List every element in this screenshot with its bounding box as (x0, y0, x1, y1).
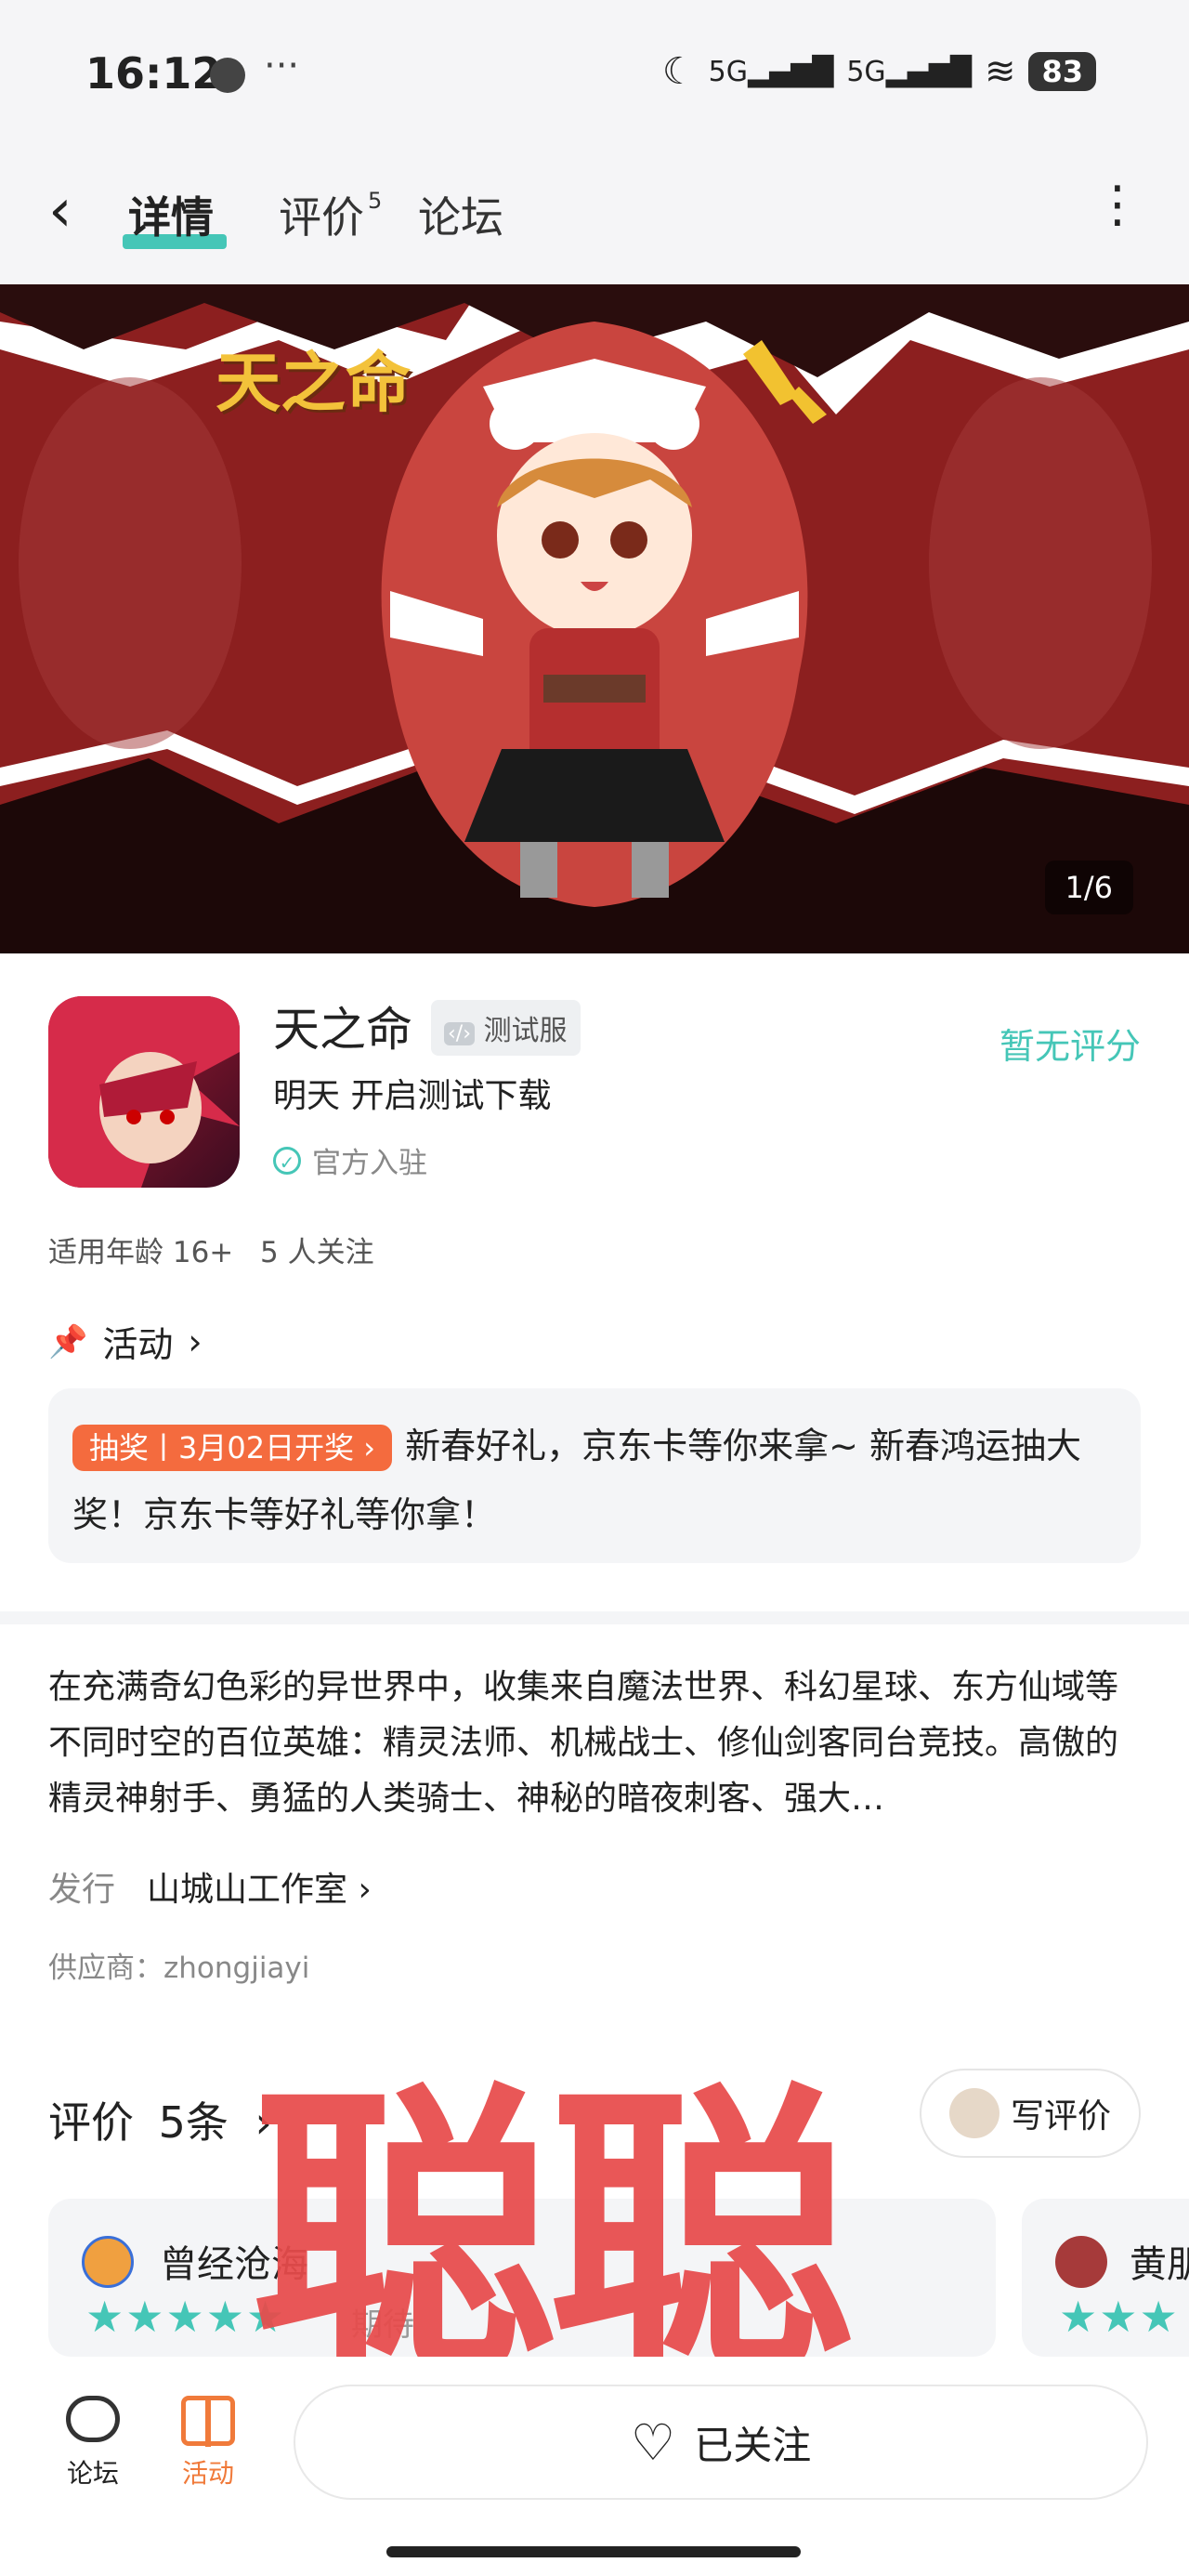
signal-icon-2: 5G▂▄▆█ (846, 55, 972, 88)
forum-icon (66, 2396, 120, 2442)
signal-icon: 5G▂▄▆█ (708, 55, 834, 88)
network-label: 5G (708, 55, 749, 88)
banner-carousel[interactable]: 天之命 1/6 (0, 284, 1189, 953)
reviews-header[interactable]: 评价 5条 › (48, 2089, 272, 2150)
bottom-activity-label: 活动 (181, 2458, 234, 2489)
pin-icon: 📌 (48, 1322, 88, 1360)
publisher-link[interactable]: 山城山工作室 › (147, 1862, 372, 1911)
app-title: 天之命 (273, 1003, 412, 1057)
tab-reviews-badge: 5 (368, 188, 383, 214)
banner-counter: 1/6 (1044, 861, 1133, 914)
status-icons: ☾ 5G▂▄▆█ 5G▂▄▆█ ≋ 83 (662, 50, 1096, 93)
bottom-activity[interactable]: 活动 (171, 2396, 245, 2491)
back-icon[interactable]: ‹ (48, 177, 72, 245)
lottery-tag-label: 抽奖丨3月02日开奖 (89, 1430, 355, 1465)
bottom-forum-label: 论坛 (66, 2458, 119, 2489)
beta-badge-label: 测试服 (483, 1015, 568, 1047)
activity-header-label: 活动 (102, 1324, 174, 1365)
gift-icon (181, 2396, 235, 2447)
wifi-icon: ≋ (984, 50, 1016, 93)
app-subtitle: 明天 开启测试下载 (273, 1077, 552, 1115)
chevron-right-icon: › (188, 1321, 203, 1362)
avatar (948, 2088, 1000, 2138)
supplier-info: 供应商：zhongjiayi (48, 1952, 310, 1985)
follow-button-label: 已关注 (694, 2422, 812, 2468)
reviews-title: 评价 (48, 2097, 134, 2148)
bottom-bar: 论坛 活动 ♡ 已关注 (0, 2357, 1189, 2576)
heart-check-icon: ♡ (630, 2412, 676, 2472)
activity-header[interactable]: 📌 活动 › (48, 1316, 203, 1367)
bottom-forum[interactable]: 论坛 (56, 2396, 130, 2491)
section-divider (0, 1611, 1189, 1624)
official-text: 官方入驻 (312, 1147, 427, 1180)
battery-indicator: 83 (1028, 52, 1096, 91)
write-review-label: 写评价 (1010, 2097, 1111, 2136)
age-rating: 适用年龄 16+ (48, 1236, 234, 1269)
activity-text-block[interactable]: 抽奖丨3月02日开奖 › 新春好礼，京东卡等你来拿~ 新春鸿运抽大奖！京东卡等好礼… (72, 1413, 1122, 1548)
home-indicator[interactable] (386, 2546, 801, 2557)
more-menu-icon[interactable]: ⋮ (1092, 175, 1143, 233)
more-dots-icon: ··· (264, 45, 300, 87)
tab-forum[interactable]: 论坛 (418, 184, 503, 245)
reviews-count: 5条 (158, 2097, 229, 2148)
banner-logo: 天之命 (216, 345, 411, 421)
publisher-label: 发行 (48, 1871, 116, 1909)
clock-icon (210, 58, 245, 93)
rating-score: 暂无评分 (999, 1026, 1141, 1067)
moon-icon: ☾ (661, 50, 696, 93)
follower-count: 5 人关注 (260, 1236, 374, 1269)
status-bar: 16:12 ··· ☾ 5G▂▄▆█ 5G▂▄▆█ ≋ 83 (0, 0, 1189, 139)
app-icon-art (48, 996, 240, 1188)
tab-reviews[interactable]: 评价 5 (279, 184, 382, 245)
reviewer-avatar (1055, 2236, 1107, 2288)
network-label-2: 5G (846, 55, 886, 88)
review-card[interactable]: 黄朋 ★★★ (1022, 2199, 1189, 2357)
beta-badge: ‹/› 测试服 (431, 1000, 581, 1056)
tab-reviews-label: 评价 (279, 192, 364, 243)
star-rating: ★★★ (1059, 2292, 1180, 2342)
check-circle-icon: ✓ (273, 1146, 301, 1175)
official-label: ✓ 官方入驻 (273, 1139, 427, 1181)
follow-button[interactable]: ♡ 已关注 (294, 2385, 1148, 2500)
banner-artwork (0, 284, 1189, 953)
code-icon: ‹/› (444, 1022, 476, 1045)
publisher-name: 山城山工作室 (147, 1871, 348, 1909)
write-review-button[interactable]: 写评价 (920, 2069, 1141, 2158)
tab-details[interactable]: 详情 (128, 184, 214, 245)
app-icon (48, 996, 240, 1188)
reviewer-name: 黄朋 (1130, 2243, 1189, 2286)
game-description[interactable]: 在充满奇幻色彩的异世界中，收集来自魔法世界、科幻星球、东方仙域等不同时空的百位英… (48, 1660, 1141, 1827)
top-nav: ‹ 详情 评价 5 论坛 ⋮ (0, 139, 1189, 284)
lottery-tag[interactable]: 抽奖丨3月02日开奖 › (72, 1425, 393, 1471)
status-time: 16:12 (85, 48, 222, 99)
reviewer-avatar (82, 2236, 134, 2288)
